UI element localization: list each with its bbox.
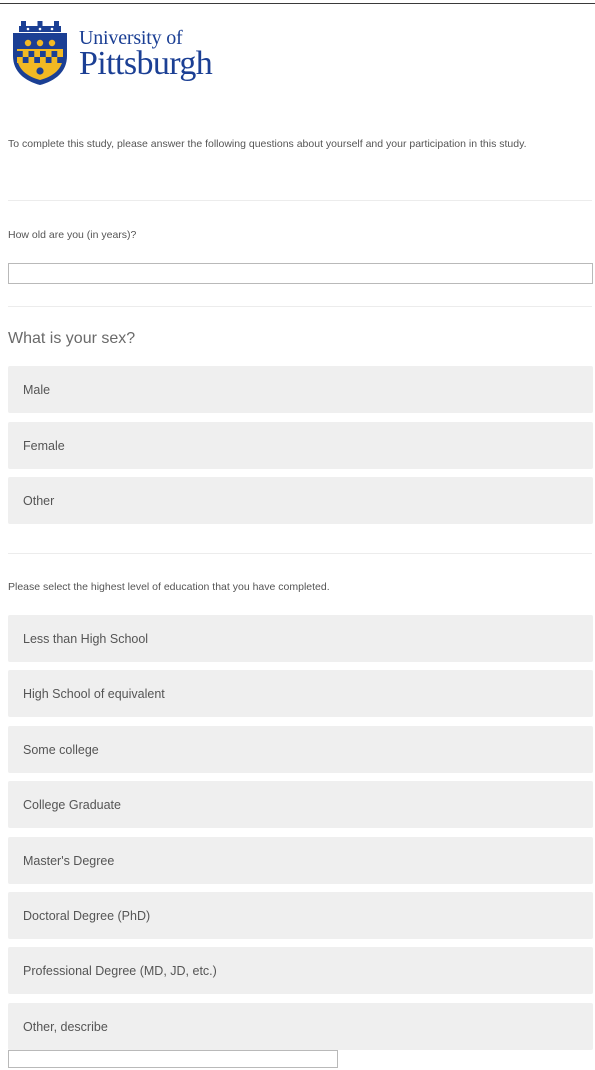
age-question-label: How old are you (in years)?	[8, 229, 137, 241]
education-option-doctoral-degree[interactable]: Doctoral Degree (PhD)	[8, 892, 593, 939]
education-option-less-than-high-school[interactable]: Less than High School	[8, 615, 593, 662]
education-other-input[interactable]	[8, 1050, 338, 1068]
education-option-other[interactable]: Other, describe	[8, 1003, 593, 1050]
sex-option-female[interactable]: Female	[8, 422, 593, 469]
university-shield-icon	[13, 21, 67, 85]
university-wordmark: University of Pittsburgh	[79, 27, 213, 82]
divider	[8, 200, 592, 201]
sex-option-male[interactable]: Male	[8, 366, 593, 413]
education-option-professional-degree[interactable]: Professional Degree (MD, JD, etc.)	[8, 947, 593, 994]
education-option-masters-degree[interactable]: Master's Degree	[8, 837, 593, 884]
logo-line-2: Pittsburgh	[79, 45, 213, 82]
education-question-label: Please select the highest level of educa…	[8, 581, 330, 593]
divider	[8, 306, 592, 307]
university-logo: University of Pittsburgh	[11, 20, 251, 90]
education-option-high-school[interactable]: High School of equivalent	[8, 670, 593, 717]
age-input[interactable]	[8, 263, 593, 284]
divider	[8, 553, 592, 554]
intro-text: To complete this study, please answer th…	[8, 138, 527, 150]
sex-option-other[interactable]: Other	[8, 477, 593, 524]
top-border	[0, 3, 595, 4]
sex-question-label: What is your sex?	[8, 330, 136, 347]
education-option-some-college[interactable]: Some college	[8, 726, 593, 773]
education-option-college-graduate[interactable]: College Graduate	[8, 781, 593, 828]
